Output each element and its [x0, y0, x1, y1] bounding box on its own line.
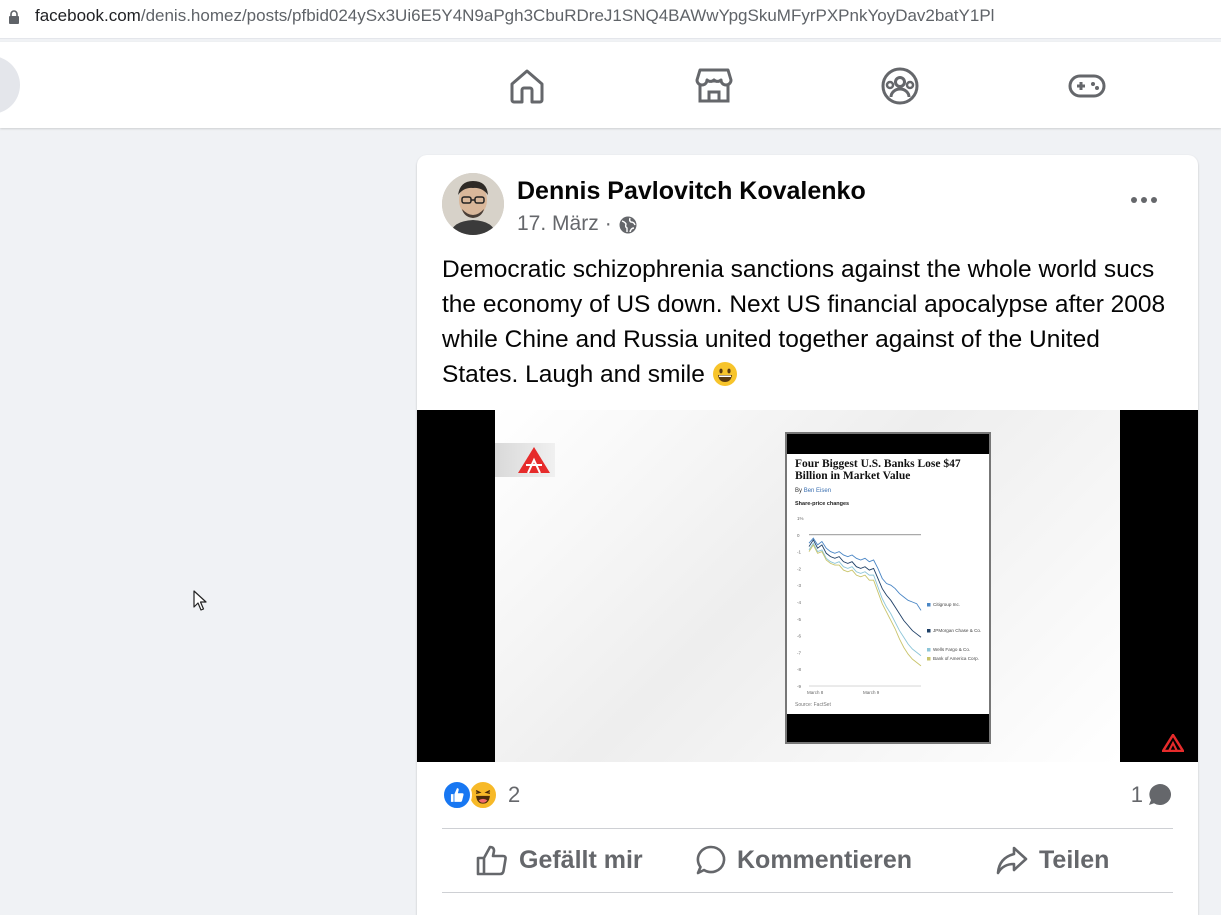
legend-swatch [927, 603, 931, 607]
article-source: Source: FactSet [795, 702, 831, 708]
groups-icon[interactable] [880, 66, 920, 106]
article-chart-subtitle: Share-price changes [795, 501, 850, 507]
comment-button-label: Kommentieren [737, 845, 913, 874]
y-tick-label: -6 [797, 634, 801, 639]
top-navigation-bar [0, 42, 1221, 128]
post-date[interactable]: 17. März [517, 212, 599, 236]
comment-icon [696, 845, 726, 875]
gaming-icon[interactable] [1067, 66, 1107, 106]
y-tick-label: -7 [797, 650, 801, 655]
browser-url-bar[interactable]: facebook.com/denis.homez/posts/pfbid024y… [0, 0, 1221, 39]
reactions-summary[interactable]: 2 [442, 780, 520, 810]
article-byline: By Ben Eisen [795, 488, 831, 494]
more-options-icon[interactable] [1130, 195, 1158, 205]
post-body: Democratic schizophrenia sanctions again… [442, 256, 1166, 388]
avatar[interactable] [442, 173, 504, 235]
share-icon [996, 846, 1028, 875]
media-frame: Four Biggest U.S. Banks Lose $47 Billion… [495, 410, 1120, 762]
article-bottom-bar [787, 714, 989, 742]
comment-count-number: 1 [1130, 782, 1143, 807]
y-tick-label: 1% [797, 516, 804, 521]
byline-prefix: By [795, 488, 803, 494]
share-price-chart: 1% 0 -1 -2 -3 -4 -5 -6 -7 -8 -9 March 8 March 9 Citig… [797, 516, 981, 695]
post-actions: Gefällt mir Kommentieren Teilen [442, 829, 1173, 891]
legend-swatch [927, 648, 931, 652]
series-line [808, 538, 922, 638]
like-button[interactable]: Gefällt mir [475, 829, 643, 891]
x-tick-label: March 8 [807, 690, 824, 695]
channel-logo-icon [518, 447, 550, 474]
legend-label: JPMorgan Chase & Co. [933, 628, 981, 633]
legend-swatch [927, 657, 931, 661]
globe-icon [619, 216, 637, 234]
legend-swatch [927, 629, 931, 633]
thumbs-up-icon [476, 845, 507, 876]
url-path: /denis.homez/posts/pfbid024ySx3Ui6E5Y4N9… [140, 6, 995, 25]
comment-bubble-icon [1149, 784, 1172, 805]
legend-label: Citigroup Inc. [933, 602, 960, 607]
legend-label: Wells Fargo & Co. [933, 647, 970, 652]
y-tick-label: 0 [797, 533, 800, 538]
url-host: facebook.com [35, 6, 141, 25]
series-line [808, 537, 922, 611]
post-author-name[interactable]: Dennis Pavlovitch Kovalenko [517, 177, 866, 206]
mouse-cursor-icon [193, 590, 207, 611]
reaction-count: 2 [508, 782, 521, 807]
post-meta: 17. März · [517, 212, 638, 236]
watermark-logo-icon [1162, 734, 1184, 752]
like-button-label: Gefällt mir [519, 845, 643, 874]
comment-count[interactable]: 1 [1131, 780, 1173, 810]
like-icon [442, 780, 472, 810]
url-text[interactable]: facebook.com/denis.homez/posts/pfbid024y… [35, 6, 994, 26]
comment-button[interactable]: Kommentieren [695, 829, 912, 891]
channel-logo [495, 443, 555, 477]
share-button[interactable]: Teilen [995, 829, 1109, 891]
haha-icon [468, 780, 498, 810]
article-top-bar [787, 434, 989, 454]
divider [442, 892, 1173, 893]
grinning-face-emoji-icon [712, 362, 737, 386]
share-button-label: Teilen [1039, 845, 1110, 874]
post-media[interactable]: Four Biggest U.S. Banks Lose $47 Billion… [417, 410, 1198, 762]
y-tick-label: -4 [797, 600, 801, 605]
post-text: Democratic schizophrenia sanctions again… [442, 252, 1182, 392]
article-title: Four Biggest U.S. Banks Lose $47 Billion… [795, 458, 961, 482]
y-tick-label: -5 [797, 617, 801, 622]
y-tick-label: -3 [797, 583, 801, 588]
menu-button[interactable] [0, 56, 20, 114]
x-tick-label: March 9 [863, 690, 880, 695]
byline-author: Ben Eisen [803, 488, 832, 494]
home-icon[interactable] [507, 66, 547, 106]
marketplace-icon[interactable] [694, 66, 734, 106]
post-card: Dennis Pavlovitch Kovalenko 17. März · D… [417, 155, 1198, 915]
y-tick-label: -9 [797, 684, 801, 689]
y-tick-label: -1 [797, 550, 801, 555]
article-image: Four Biggest U.S. Banks Lose $47 Billion… [785, 432, 991, 744]
series-line [808, 543, 922, 667]
y-tick-label: -8 [797, 667, 801, 672]
legend-label: Bank of America Corp. [933, 656, 979, 661]
lock-icon [9, 10, 19, 24]
y-tick-label: -2 [797, 566, 801, 571]
meta-separator: · [604, 212, 612, 235]
